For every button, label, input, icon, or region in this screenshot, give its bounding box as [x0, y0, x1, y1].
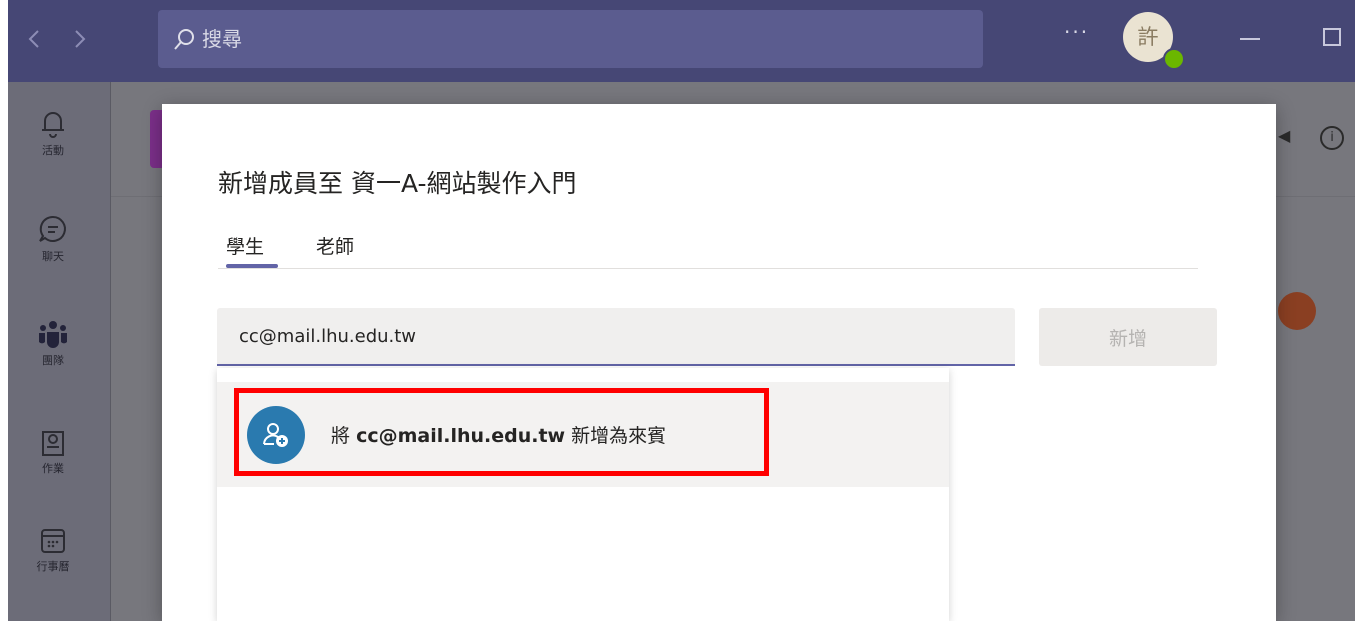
- dialog-title: 新增成員至 資一A-網站製作入門: [218, 169, 577, 198]
- info-icon[interactable]: i: [1320, 126, 1344, 150]
- rail-item-label: 聊天: [42, 250, 64, 263]
- rail-item-label: 行事曆: [36, 560, 70, 573]
- rail-item-activity[interactable]: 活動: [8, 108, 98, 158]
- bell-icon: [42, 112, 64, 138]
- team-header-tab: [150, 110, 162, 168]
- team-avatar: [1278, 292, 1316, 330]
- chat-icon: [39, 215, 66, 242]
- rail-item-calendar[interactable]: 行事曆: [8, 526, 98, 574]
- calendar-icon: [41, 529, 65, 553]
- member-search-input[interactable]: [217, 308, 1015, 366]
- rail-item-label: 作業: [42, 462, 64, 475]
- tab-teachers[interactable]: 老師: [316, 232, 354, 259]
- rail-item-chat[interactable]: 聊天: [8, 214, 98, 264]
- tabs-divider: [218, 268, 1198, 269]
- rail-item-teams[interactable]: 團隊: [8, 320, 98, 368]
- back-arrow-icon[interactable]: [20, 24, 50, 54]
- speaker-icon: ◀: [1278, 126, 1291, 145]
- highlight-annotation-box: [234, 388, 769, 476]
- rail-item-assignments[interactable]: 作業: [8, 426, 98, 476]
- search-input[interactable]: [202, 20, 962, 58]
- presence-available-icon: [1163, 48, 1185, 70]
- title-bar: ··· 許: [8, 0, 1355, 82]
- tab-students[interactable]: 學生: [226, 232, 264, 259]
- maximize-icon[interactable]: [1323, 28, 1341, 46]
- search-icon: [174, 29, 194, 50]
- teams-icon: [39, 321, 67, 348]
- more-options-button[interactable]: ···: [1064, 20, 1089, 44]
- add-members-dialog: 新增成員至 資一A-網站製作入門 學生 老師 新增 將 cc@mail.lhu.…: [162, 104, 1276, 621]
- forward-arrow-icon[interactable]: [64, 24, 94, 54]
- assignments-icon: [42, 431, 64, 456]
- minimize-icon[interactable]: [1240, 38, 1260, 40]
- app-rail: 活動 聊天 團隊 作業 行事曆: [8, 82, 111, 621]
- rail-item-label: 團隊: [42, 354, 64, 367]
- add-button[interactable]: 新增: [1039, 308, 1217, 366]
- search-box[interactable]: [158, 10, 983, 68]
- rail-item-label: 活動: [42, 144, 64, 157]
